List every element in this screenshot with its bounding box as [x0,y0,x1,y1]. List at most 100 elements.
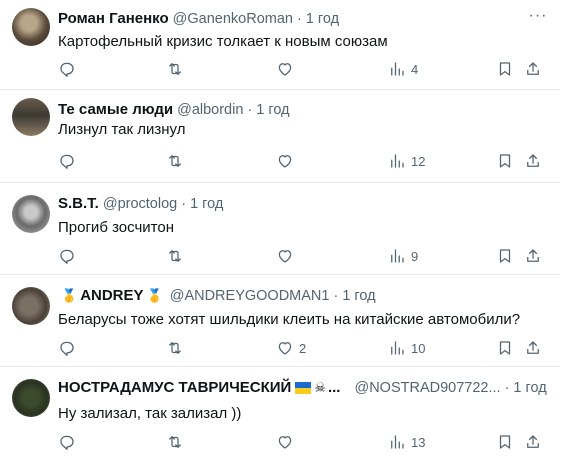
retweet-icon [169,436,181,448]
action-bar: 4 [58,59,548,79]
views-count: 4 [411,61,419,77]
user-handle[interactable]: @NOSTRAD907722... [354,379,500,397]
like-button[interactable] [276,59,299,79]
bookmark-icon [499,435,511,449]
share-icon [527,341,539,354]
timestamp[interactable]: 1 год [513,379,546,397]
user-handle[interactable]: @proctolog [103,195,177,213]
views-count: 9 [411,248,419,264]
bookmark-button[interactable] [496,432,514,452]
views-count: 10 [411,340,426,356]
user-handle[interactable]: @ANDREYGOODMAN1 [170,287,330,305]
tweet-header: S.B.T. @proctolog · 1 год [58,195,223,213]
retweet-button[interactable] [166,151,189,171]
retweet-button[interactable] [166,246,189,266]
share-button[interactable] [524,59,542,79]
timestamp[interactable]: 1 год [256,101,289,119]
reply-icon [60,62,74,77]
reply-icon [60,249,74,264]
views-chart-icon [391,249,404,263]
retweet-icon [169,250,181,262]
tweet-text: Беларусы тоже хотят шильдики клеить на к… [58,311,521,328]
avatar[interactable] [12,287,50,325]
like-button[interactable] [276,432,299,452]
tweet-text: Прогиб зосчитон [58,219,174,236]
reply-button[interactable] [58,432,81,452]
share-icon [527,62,539,75]
like-button[interactable] [276,151,299,171]
retweet-button[interactable] [166,338,189,358]
views-button[interactable]: 9 [388,246,418,266]
action-bar: 2 10 [58,338,548,358]
user-handle[interactable]: @GanenkoRoman [173,10,293,28]
views-chart-icon [391,62,404,76]
reply-button[interactable] [58,59,81,79]
views-button[interactable]: 12 [388,151,425,171]
timestamp[interactable]: 1 год [306,10,339,28]
separator-dot: · [333,288,339,304]
timestamp[interactable]: 1 год [190,195,223,213]
bookmark-icon [499,154,511,168]
views-count: 12 [411,153,426,169]
heart-icon [278,63,292,76]
reply-feed: Роман Ганенко @GanenkoRoman · 1 год ··· … [0,0,560,463]
separator-dot: · [504,380,510,396]
bookmark-icon [499,341,511,355]
display-name[interactable]: Роман Ганенко [58,10,169,28]
views-chart-icon [391,341,404,355]
retweet-button[interactable] [166,432,189,452]
retweet-button[interactable] [166,59,189,79]
tweet-header: НОСТРАДАМУС ТАВРИЧЕСКИЙ ☠ ... @NOSTRAD90… [58,379,547,397]
display-name[interactable]: ANDREY [80,287,143,305]
reply-button[interactable] [58,246,81,266]
bookmark-button[interactable] [496,246,514,266]
retweet-icon [169,63,181,75]
share-button[interactable] [524,432,542,452]
medal-icon: 🥇 [61,288,78,303]
name-ellipsis: ... [327,379,341,396]
avatar[interactable] [12,195,50,233]
share-button[interactable] [524,338,542,358]
reply-icon [60,154,74,169]
tweet[interactable]: Те самые люди @albordin · 1 год Лизнул т… [0,90,560,183]
bookmark-icon [499,62,511,76]
heart-icon [278,250,292,263]
timestamp[interactable]: 1 год [342,287,375,305]
bookmark-button[interactable] [496,338,514,358]
tweet[interactable]: НОСТРАДАМУС ТАВРИЧЕСКИЙ ☠ ... @NOSTRAD90… [0,367,560,463]
avatar[interactable] [12,8,50,46]
reply-button[interactable] [58,338,81,358]
display-name[interactable]: S.B.T. [58,195,99,213]
heart-icon [278,436,292,449]
reply-button[interactable] [58,151,81,171]
separator-dot: · [296,11,302,27]
share-button[interactable] [524,151,542,171]
tweet[interactable]: Роман Ганенко @GanenkoRoman · 1 год ··· … [0,0,560,90]
pirate-flag-icon: ☠ [314,380,326,395]
action-bar: 12 [58,151,548,171]
share-icon [527,154,539,167]
share-button[interactable] [524,246,542,266]
share-icon [527,435,539,448]
retweet-icon [169,155,181,167]
more-dots-icon[interactable]: ··· [528,8,548,29]
avatar[interactable] [12,98,50,136]
bookmark-button[interactable] [496,59,514,79]
bookmark-icon [499,249,511,263]
bookmark-button[interactable] [496,151,514,171]
tweet-header: 🥇 ANDREY 🥇 @ANDREYGOODMAN1 · 1 год [58,287,376,305]
avatar[interactable] [12,379,50,417]
tweet[interactable]: S.B.T. @proctolog · 1 год Прогиб зосчито… [0,183,560,275]
like-button[interactable]: 2 [276,338,306,358]
user-handle[interactable]: @albordin [177,101,243,119]
views-button[interactable]: 4 [388,59,418,79]
views-button[interactable]: 10 [388,338,425,358]
tweet-text: Лизнул так лизнул [58,121,186,138]
action-bar: 9 [58,246,548,266]
tweet[interactable]: 🥇 ANDREY 🥇 @ANDREYGOODMAN1 · 1 год Белар… [0,275,560,367]
display-name[interactable]: НОСТРАДАМУС ТАВРИЧЕСКИЙ [58,379,291,397]
display-name[interactable]: Те самые люди [58,101,173,119]
like-button[interactable] [276,246,299,266]
views-button[interactable]: 13 [388,432,425,452]
tweet-header: Роман Ганенко @GanenkoRoman · 1 год [58,10,339,28]
